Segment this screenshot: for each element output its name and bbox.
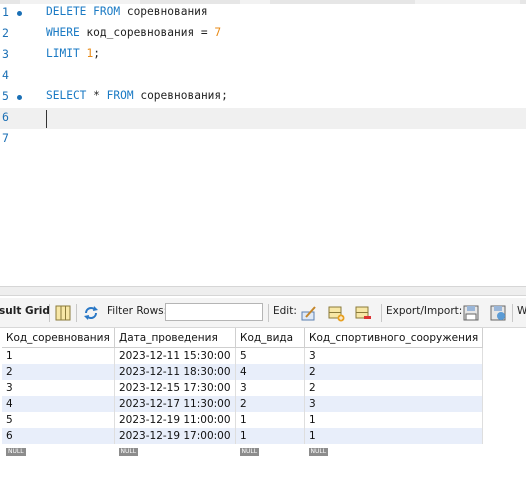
sql-keyword: DELETE FROM bbox=[46, 5, 121, 18]
editor-line[interactable]: 7 bbox=[0, 129, 526, 150]
editor-line[interactable]: 5 SELECT * FROM соревнования; bbox=[0, 87, 526, 108]
table-cell[interactable]: 4 bbox=[2, 396, 115, 412]
refresh-icon[interactable] bbox=[82, 304, 100, 322]
code-text: SELECT * FROM соревнования; bbox=[46, 89, 228, 102]
filter-rows-label: Filter Rows: bbox=[107, 305, 168, 317]
delete-row-icon[interactable] bbox=[354, 304, 372, 322]
line-number: 6 bbox=[2, 110, 9, 124]
null-badge: NULL bbox=[239, 448, 260, 456]
sql-keyword: FROM bbox=[106, 89, 134, 102]
table-cell[interactable]: 2023-12-11 18:30:00 bbox=[114, 364, 236, 380]
table-cell[interactable]: 3 bbox=[304, 347, 484, 364]
line-number: 1 bbox=[2, 5, 9, 19]
table-cell[interactable]: 2 bbox=[304, 380, 484, 396]
panel-splitter[interactable] bbox=[0, 286, 526, 296]
wrap-cell-label[interactable]: W bbox=[517, 305, 526, 317]
sql-text: соревнования; bbox=[133, 89, 228, 102]
table-cell[interactable]: 6 bbox=[2, 428, 115, 444]
sql-keyword: WHERE bbox=[46, 26, 80, 39]
sql-text: * bbox=[86, 89, 107, 102]
result-table: Код_соревнования Дата_проведения Код_вид… bbox=[2, 328, 484, 456]
edit-row-icon[interactable] bbox=[300, 304, 318, 322]
column-header[interactable]: Код_соревнования bbox=[2, 328, 115, 348]
null-badge: NULL bbox=[6, 448, 26, 456]
editor-line[interactable]: 2 WHERE код_соревнования = 7 bbox=[0, 24, 526, 45]
editor-line[interactable]: 6 bbox=[0, 108, 526, 129]
table-cell[interactable]: 1 bbox=[2, 347, 115, 364]
table-cell[interactable]: 5 bbox=[2, 412, 115, 428]
table-cell[interactable]: 2 bbox=[235, 396, 305, 412]
new-row-placeholder[interactable]: NULL NULL NULL NULL bbox=[2, 444, 483, 456]
table-cell[interactable]: 2 bbox=[304, 364, 484, 380]
table-row[interactable]: 4 2023-12-17 11:30:00 2 3 bbox=[2, 396, 484, 412]
table-row[interactable]: 3 2023-12-15 17:30:00 3 2 bbox=[2, 380, 484, 396]
add-row-icon[interactable] bbox=[327, 304, 345, 322]
statement-marker-icon[interactable] bbox=[17, 11, 22, 16]
null-cell: NULL bbox=[235, 444, 305, 456]
table-cell[interactable]: 2023-12-17 11:30:00 bbox=[114, 396, 236, 412]
table-cell[interactable]: 1 bbox=[304, 428, 484, 444]
editor-line[interactable]: 4 bbox=[0, 66, 526, 87]
sql-number: 7 bbox=[214, 26, 222, 39]
table-row[interactable]: 5 2023-12-19 11:00:00 1 1 bbox=[2, 412, 484, 428]
table-cell[interactable]: 3 bbox=[235, 380, 305, 396]
import-icon[interactable] bbox=[489, 304, 507, 322]
editor-line[interactable]: 3 LIMIT 1; bbox=[0, 45, 526, 66]
table-row[interactable]: 2 2023-12-11 18:30:00 4 2 bbox=[2, 364, 484, 380]
null-badge: NULL bbox=[118, 448, 139, 456]
table-cell[interactable]: 2023-12-15 17:30:00 bbox=[114, 380, 236, 396]
result-grid[interactable]: Код_соревнования Дата_проведения Код_вид… bbox=[0, 328, 526, 478]
edit-label: Edit: bbox=[273, 305, 297, 317]
editor-line[interactable]: 1 DELETE FROM соревнования bbox=[0, 3, 526, 24]
column-header[interactable]: Код_спортивного_сооружения bbox=[304, 328, 484, 348]
table-cell[interactable]: 2023-12-19 11:00:00 bbox=[114, 412, 236, 428]
table-cell[interactable]: 1 bbox=[235, 428, 305, 444]
column-header[interactable]: Код_вида bbox=[235, 328, 305, 348]
table-cell[interactable]: 1 bbox=[304, 412, 484, 428]
null-cell: NULL bbox=[114, 444, 236, 456]
statement-marker-icon[interactable] bbox=[17, 95, 22, 100]
sql-text: соревнования bbox=[120, 5, 208, 18]
table-cell[interactable]: 3 bbox=[304, 396, 484, 412]
header-row: Код_соревнования Дата_проведения Код_вид… bbox=[2, 328, 484, 348]
table-cell[interactable]: 5 bbox=[235, 347, 305, 364]
sql-text: ; bbox=[93, 47, 100, 60]
sql-editor[interactable]: 1 DELETE FROM соревнования 2 WHERE код_соре… bbox=[0, 0, 526, 285]
line-number: 7 bbox=[2, 131, 9, 145]
table-cell[interactable]: 2 bbox=[2, 364, 115, 380]
line-number: 3 bbox=[2, 47, 9, 61]
code-text: LIMIT 1; bbox=[46, 47, 100, 60]
result-grid-tab[interactable]: sult Grid bbox=[0, 305, 50, 317]
filter-rows-input[interactable] bbox=[165, 303, 263, 321]
null-cell: NULL bbox=[2, 444, 115, 456]
export-import-label: Export/Import: bbox=[386, 305, 463, 317]
code-text: WHERE код_соревнования = 7 bbox=[46, 26, 221, 39]
result-toolbar: sult Grid Filter Rows: Edit: Export/Impo… bbox=[0, 298, 526, 328]
null-cell: NULL bbox=[304, 444, 483, 456]
export-icon[interactable] bbox=[462, 304, 480, 322]
line-number: 2 bbox=[2, 26, 9, 40]
sql-keyword: SELECT bbox=[46, 89, 87, 102]
text-caret bbox=[46, 110, 47, 128]
table-cell[interactable]: 2023-12-19 17:00:00 bbox=[114, 428, 236, 444]
table-row[interactable]: 6 2023-12-19 17:00:00 1 1 bbox=[2, 428, 484, 444]
sql-keyword: LIMIT bbox=[46, 47, 80, 60]
table-row[interactable]: 1 2023-12-11 15:30:00 5 3 bbox=[2, 347, 484, 364]
code-text: DELETE FROM соревнования bbox=[46, 5, 208, 18]
null-badge: NULL bbox=[308, 448, 329, 456]
column-header[interactable]: Дата_проведения bbox=[114, 328, 236, 348]
line-number: 4 bbox=[2, 68, 9, 82]
line-number: 5 bbox=[2, 89, 9, 103]
sql-text: код_соревнования = bbox=[79, 26, 215, 39]
grid-view-icon[interactable] bbox=[54, 304, 72, 322]
table-cell[interactable]: 3 bbox=[2, 380, 115, 396]
table-cell[interactable]: 4 bbox=[235, 364, 305, 380]
table-cell[interactable]: 2023-12-11 15:30:00 bbox=[114, 347, 236, 364]
table-cell[interactable]: 1 bbox=[235, 412, 305, 428]
